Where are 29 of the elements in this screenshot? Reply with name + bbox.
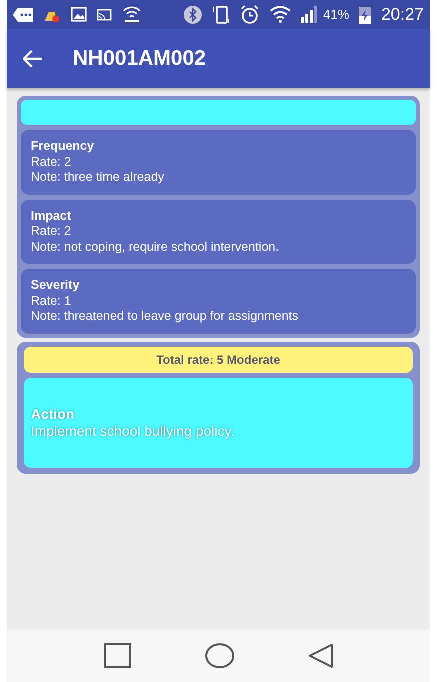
note-text: Note: three time already: [31, 170, 166, 186]
screen-title: NH001AM002: [73, 46, 206, 72]
clock-time: 20:27: [381, 4, 424, 26]
rate-text: Rate: 1: [31, 294, 72, 309]
action-text: Implement school bullying policy.: [31, 422, 236, 440]
message-icon: [13, 8, 33, 22]
back-triangle-icon[interactable]: [308, 643, 334, 669]
signal-icon: [301, 6, 320, 23]
note-text: Note: threatened to leave group for assignments: [31, 309, 300, 324]
image-icon: [71, 7, 87, 22]
action-title: Action: [31, 406, 76, 422]
criterion-title: Impact: [31, 208, 72, 224]
recents-square-icon[interactable]: [104, 643, 132, 669]
wifi-icon: [270, 6, 292, 23]
criterion-title: Severity: [31, 278, 81, 294]
home-circle-icon[interactable]: [204, 643, 234, 669]
note-text: Note: not coping, require school intervention.: [31, 240, 280, 255]
back-arrow-icon[interactable]: [23, 50, 43, 68]
rate-text: Rate: 2: [31, 224, 72, 240]
criterion-title: Frequency: [31, 139, 96, 154]
battery-charging-icon: [359, 5, 372, 24]
vibrate-icon: [212, 4, 230, 24]
cast-icon: [97, 8, 112, 20]
rate-text: Rate: 2: [31, 154, 72, 170]
total-rate: Total rate: 5 Moderate: [24, 346, 413, 372]
battery-percentage: 41%: [323, 6, 350, 24]
wifi-direct-icon: [122, 6, 142, 23]
alarm-icon: [240, 4, 260, 24]
bluetooth-icon: [184, 6, 202, 24]
